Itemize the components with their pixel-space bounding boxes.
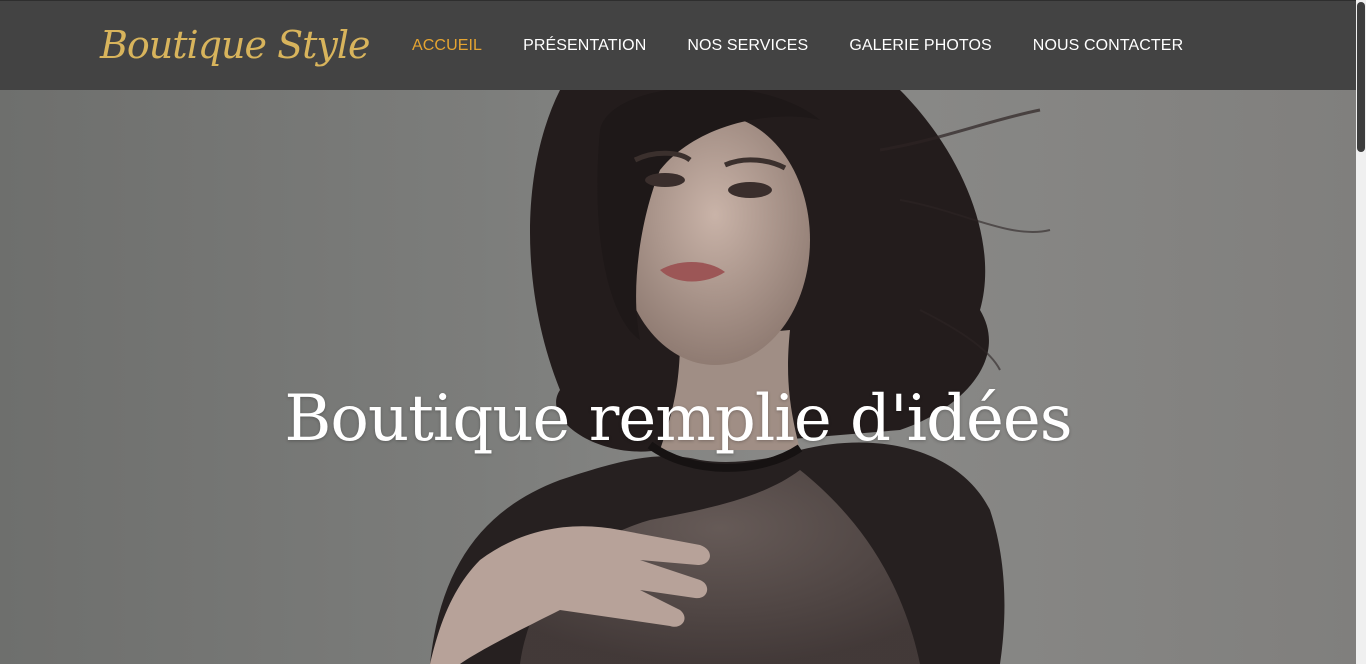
nav-item-nous-contacter[interactable]: NOUS CONTACTER bbox=[1033, 37, 1183, 55]
brand-logo[interactable]: Boutique Style bbox=[100, 15, 370, 75]
hero-photo-woman bbox=[430, 90, 1051, 664]
nav-item-galerie-photos[interactable]: GALERIE PHOTOS bbox=[849, 37, 991, 55]
nav-item-presentation[interactable]: PRÉSENTATION bbox=[523, 37, 646, 55]
hero-section: Boutique remplie d'idées bbox=[0, 90, 1356, 664]
nav-item-accueil[interactable]: ACCUEIL bbox=[412, 37, 482, 55]
page-scrollbar[interactable] bbox=[1356, 0, 1366, 664]
scrollbar-thumb[interactable] bbox=[1357, 2, 1365, 152]
site-header: Boutique Style ACCUEIL PRÉSENTATION NOS … bbox=[0, 0, 1366, 90]
main-nav: ACCUEIL PRÉSENTATION NOS SERVICES GALERI… bbox=[412, 1, 1224, 91]
nav-item-nos-services[interactable]: NOS SERVICES bbox=[687, 37, 808, 55]
hero-title: Boutique remplie d'idées bbox=[284, 382, 1072, 456]
